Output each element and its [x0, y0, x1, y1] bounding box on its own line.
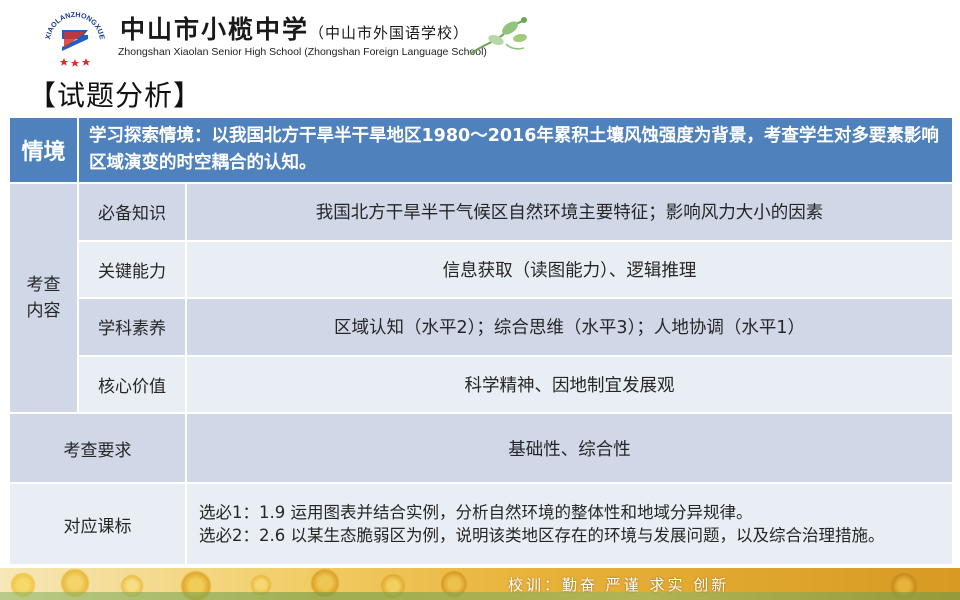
row-label-knowledge: 必备知识 [77, 182, 187, 242]
content-row-4: 核心价值 科学精神、因地制宜发展观 [9, 354, 955, 414]
leaf-decoration-icon [469, 17, 527, 55]
school-name-cn-sub: （中山市外国语学校） [309, 24, 470, 42]
school-name-cn: 中山市小榄中学（中山市外国语学校） [120, 10, 469, 46]
content-group-label-text: 考查内容 [26, 275, 61, 321]
slide-header: XIAOLANZHONGXUE 中山市小榄中学（中山市外国语学校） Zhongs… [0, 0, 960, 70]
row-value-knowledge: 我国北方干旱半干气候区自然环境主要特征；影响风力大小的因素 [184, 182, 955, 242]
curriculum-row: 对应课标 选必1：1.9 运用图表并结合实例，分析自然环境的整体性和地域分异规律… [8, 482, 955, 566]
row-label-values: 核心价值 [77, 354, 187, 414]
requirement-row: 考查要求 基础性、综合性 [8, 412, 955, 484]
row-label-ability: 关键能力 [77, 239, 187, 299]
context-label: 情境 [8, 116, 79, 184]
row-label-literacy: 学科素养 [77, 297, 187, 357]
requirement-label: 考查要求 [8, 412, 187, 484]
school-name-en: Zhongshan Xiaolan Senior High School (Zh… [118, 46, 487, 58]
curriculum-line-1: 选必1：1.9 运用图表并结合实例，分析自然环境的整体性和地域分异规律。 [199, 503, 753, 522]
section-title: 【试题分析】 [28, 79, 203, 112]
context-row: 情境 学习探索情境：以我国北方干旱半干旱地区1980～2016年累积土壤风蚀强度… [8, 116, 955, 184]
curriculum-line-2: 选必2：2.6 以某生态脆弱区为例，说明该类地区存在的环境与发展问题，以及综合治… [199, 526, 885, 545]
school-logo-icon: XIAOLANZHONGXUE [43, 10, 107, 67]
curriculum-text: 选必1：1.9 运用图表并结合实例，分析自然环境的整体性和地域分异规律。 选必2… [184, 482, 955, 566]
content-row-1: 考查内容 必备知识 我国北方干旱半干气候区自然环境主要特征；影响风力大小的因素 [8, 182, 955, 414]
footer-flower-banner [0, 568, 960, 600]
requirement-value: 基础性、综合性 [184, 412, 955, 484]
row-value-literacy: 区域认知（水平2）；综合思维（水平3）；人地协调（水平1） [184, 297, 955, 357]
row-value-values: 科学精神、因地制宜发展观 [184, 354, 955, 414]
context-text: 学习探索情境：以我国北方干旱半干旱地区1980～2016年累积土壤风蚀强度为背景… [76, 116, 955, 184]
content-row-3: 学科素养 区域认知（水平2）；综合思维（水平3）；人地协调（水平1） [9, 297, 955, 357]
school-motto: 校训：勤奋 严谨 求实 创新 [508, 576, 730, 594]
content-group-label: 考查内容 [8, 182, 79, 414]
row-value-ability: 信息获取（读图能力）、逻辑推理 [184, 239, 955, 299]
content-row-2: 关键能力 信息获取（读图能力）、逻辑推理 [9, 239, 955, 299]
curriculum-label: 对应课标 [8, 482, 187, 566]
school-name-cn-main: 中山市小榄中学 [120, 15, 310, 44]
analysis-table: 情境 学习探索情境：以我国北方干旱半干旱地区1980～2016年累积土壤风蚀强度… [8, 116, 955, 566]
